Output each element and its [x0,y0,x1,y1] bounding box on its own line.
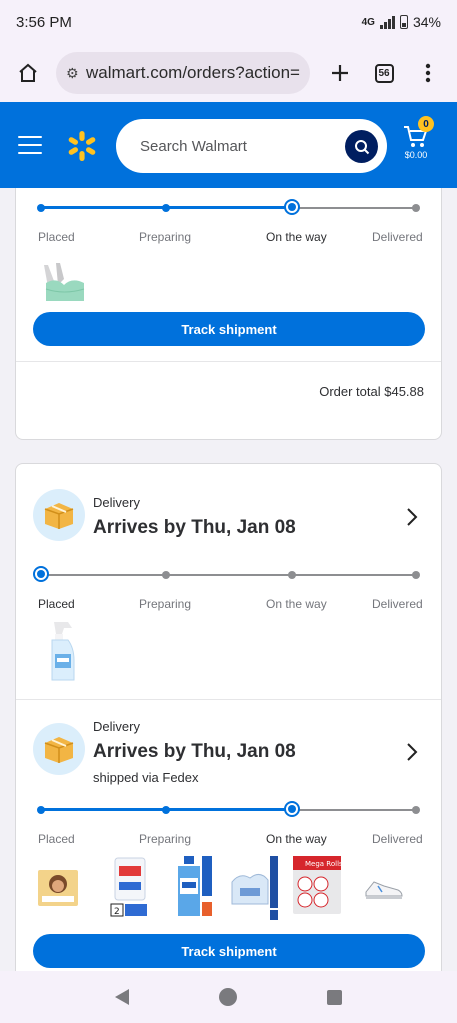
step-label: Delivered [372,230,423,244]
progress-tracker [37,801,420,818]
search-input[interactable]: Search Walmart [116,119,387,173]
progress-tracker [37,199,420,216]
recent-apps-icon[interactable] [327,989,342,1005]
menu-icon[interactable] [18,136,42,154]
fulfillment-type: Delivery [93,719,140,734]
product-image-sneakers[interactable] [364,874,404,904]
product-image-wipes[interactable] [230,854,280,920]
status-bar: 3:56 PM 4G 34% [0,0,457,44]
step-label: On the way [266,597,327,611]
product-image-kids-kit[interactable] [36,866,80,910]
cart-count-badge: 0 [418,116,434,132]
order-card: Placed Preparing On the way Delivered Tr… [15,188,442,440]
track-shipment-button[interactable]: Track shipment [33,934,425,968]
progress-tracker [33,566,420,583]
product-image-bra[interactable] [38,259,90,307]
search-button[interactable] [345,130,378,163]
back-icon[interactable] [115,989,129,1005]
progress-labels: Placed Preparing On the way Delivered [16,597,443,613]
package-icon [33,723,85,775]
step-label: Delivered [372,597,423,611]
track-shipment-button[interactable]: Track shipment [33,312,425,346]
step-label: Placed [38,597,75,611]
address-bar[interactable]: ⚙ walmart.com/orders?action= [56,52,310,94]
status-icons: 4G 34% [362,14,441,30]
network-type: 4G [361,16,375,28]
clock: 3:56 PM [16,13,72,31]
fulfillment-type: Delivery [93,495,140,510]
tab-count: 56 [374,63,394,83]
system-nav-bar [0,971,457,1023]
tab-switcher-button[interactable]: 56 [366,55,402,91]
svg-text:Mega Rolls: Mega Rolls [305,860,343,868]
cart-total: $0.00 [404,150,428,160]
chevron-right-icon[interactable] [404,507,420,527]
home-circle-icon[interactable] [219,988,237,1006]
svg-text:2: 2 [114,907,120,917]
browser-toolbar: ⚙ walmart.com/orders?action= 56 [0,44,457,102]
url-text: walmart.com/orders?action= [85,63,300,82]
search-icon [354,139,369,154]
divider [16,361,441,362]
walmart-spark-logo[interactable] [64,128,100,164]
step-label: Preparing [139,597,192,611]
product-image-paper-towels[interactable]: 2 [109,854,151,920]
signal-icon [379,15,395,29]
home-icon[interactable] [10,55,46,91]
walmart-header: Search Walmart 0 $0.00 [0,102,457,188]
step-label: On the way [266,832,327,846]
search-placeholder: Search Walmart [140,137,247,155]
overflow-menu-icon[interactable] [410,55,446,91]
battery-percent: 34% [412,14,441,30]
site-settings-icon[interactable]: ⚙ [66,65,80,82]
product-image-mega-rolls[interactable]: Mega Rolls [291,854,343,918]
battery-icon [399,15,408,29]
arrival-date: Arrives by Thu, Jan 08 [93,741,296,762]
product-image-detergent[interactable] [170,854,214,920]
progress-labels: Placed Preparing On the way Delivered [16,832,443,848]
divider [16,699,441,700]
step-label: On the way [266,230,327,244]
order-total: Order total $45.88 [319,384,424,399]
chevron-right-icon[interactable] [404,742,420,762]
step-label: Preparing [139,832,192,846]
order-card: Delivery Arrives by Thu, Jan 08 Placed P… [15,463,442,971]
step-label: Preparing [139,230,192,244]
new-tab-icon[interactable] [322,55,358,91]
package-icon [33,489,85,541]
orders-list: Placed Preparing On the way Delivered Tr… [0,188,457,971]
step-label: Placed [38,230,75,244]
step-label: Placed [38,832,75,846]
product-image-spray-cleaner[interactable] [46,620,80,684]
carrier-info: shipped via Fedex [93,770,199,785]
arrival-date: Arrives by Thu, Jan 08 [93,517,296,538]
cart-button[interactable]: 0 $0.00 [398,116,446,176]
step-label: Delivered [372,832,423,846]
progress-labels: Placed Preparing On the way Delivered [16,230,443,246]
